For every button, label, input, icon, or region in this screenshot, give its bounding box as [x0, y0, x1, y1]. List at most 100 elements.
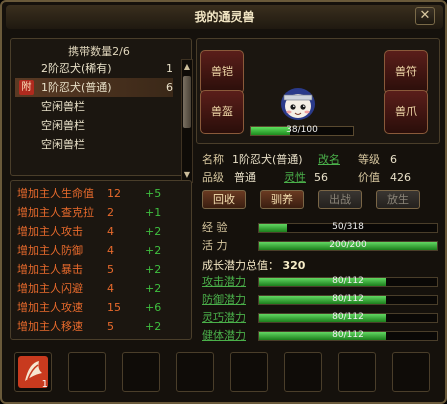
- defense-potential-value: 80/112: [332, 294, 364, 304]
- bonus-name: 增加主人移速: [17, 320, 83, 333]
- pet-name: 空闲兽栏: [41, 100, 85, 113]
- bonus-add: +2: [145, 225, 162, 238]
- vitality-potential-label[interactable]: 健体潜力: [202, 328, 246, 344]
- exp-label-text: 经 验: [202, 221, 228, 234]
- window-title: 我的通灵兽: [6, 5, 443, 29]
- bonus-value: 2: [107, 206, 114, 219]
- bonus-add: +2: [145, 320, 162, 333]
- scroll-up-icon[interactable]: ▲: [182, 60, 192, 74]
- name-value: 1阶忍犬(普通): [232, 153, 303, 166]
- item-slot[interactable]: [392, 352, 430, 392]
- bonus-name: 增加主人生命值: [17, 187, 94, 200]
- helmet-slot-button[interactable]: 兽盔: [200, 90, 244, 134]
- attack-potential-text[interactable]: 攻击潜力: [202, 275, 246, 288]
- talisman-slot-button[interactable]: 兽符: [384, 50, 428, 94]
- agility-potential-value: 80/112: [332, 312, 364, 322]
- bonus-row: 增加主人移速 5 +2: [17, 318, 177, 336]
- recall-button[interactable]: 回收: [202, 190, 246, 209]
- bonus-row: 增加主人攻击 4 +2: [17, 223, 177, 241]
- item-slot[interactable]: 1: [14, 352, 52, 392]
- bonus-row: 增加主人闪避 4 +2: [17, 280, 177, 298]
- bonus-name: 增加主人查克拉: [17, 206, 94, 219]
- exp-bar: 50/318: [258, 222, 438, 233]
- agility-potential-label[interactable]: 灵巧潜力: [202, 310, 246, 326]
- pet-list-panel: 携带数量2/6 2阶忍犬(稀有) 1 附 1阶忍犬(普通) 6 空闲兽栏 空闲兽…: [10, 38, 193, 183]
- grade-value: 普通: [234, 171, 256, 184]
- bonus-value: 15: [107, 301, 121, 314]
- bonus-value: 4: [107, 244, 114, 257]
- defense-potential-text[interactable]: 防御潜力: [202, 293, 246, 306]
- empty-slot-row[interactable]: 空闲兽栏: [15, 116, 173, 135]
- vitality-label-text: 活 力: [202, 239, 228, 252]
- item-slot[interactable]: [230, 352, 268, 392]
- close-button[interactable]: ✕: [415, 7, 435, 25]
- bonus-value: 4: [107, 225, 114, 238]
- armor-slot-button[interactable]: 兽铠: [200, 50, 244, 94]
- vitality-potential-text[interactable]: 健体潜力: [202, 329, 246, 342]
- price-label-text: 价值: [358, 171, 380, 184]
- fight-button[interactable]: 出战: [318, 190, 362, 209]
- bonus-add: +1: [145, 206, 162, 219]
- attack-potential-value: 80/112: [332, 276, 364, 286]
- bonus-row: 增加主人防御 4 +2: [17, 242, 177, 260]
- growth-label: 成长潜力总值：: [202, 259, 279, 272]
- pet-name: 空闲兽栏: [41, 119, 85, 132]
- agility-potential-text[interactable]: 灵巧潜力: [202, 311, 246, 324]
- name-label: 名称: [202, 153, 224, 166]
- item-count: 1: [41, 379, 48, 390]
- carry-count: 携带数量2/6: [68, 45, 130, 58]
- grade-label-text: 品级: [202, 171, 224, 184]
- scroll-thumb[interactable]: [183, 76, 191, 128]
- name-row: 名称: [202, 152, 224, 168]
- spirit-label-text[interactable]: 灵性: [284, 171, 306, 184]
- vitality-bar: 200/200: [258, 240, 438, 251]
- defense-potential-bar: 80/112: [258, 294, 438, 305]
- empty-slot-row[interactable]: 空闲兽栏: [15, 135, 173, 154]
- bonus-add: +2: [145, 282, 162, 295]
- bonus-value: 12: [107, 187, 121, 200]
- pet-list: 2阶忍犬(稀有) 1 附 1阶忍犬(普通) 6 空闲兽栏 空闲兽栏 空闲兽栏: [15, 59, 173, 154]
- item-slot[interactable]: [176, 352, 214, 392]
- vitality-label: 活 力: [202, 238, 228, 254]
- pet-row-selected[interactable]: 附 1阶忍犬(普通) 6: [15, 78, 173, 97]
- pet-count: 6: [166, 81, 173, 94]
- level-label: 等级: [358, 152, 380, 168]
- rename-link[interactable]: 改名: [318, 152, 340, 168]
- claw-slot-button[interactable]: 兽爪: [384, 90, 428, 134]
- bonus-value: 5: [107, 320, 114, 333]
- price-value: 426: [390, 171, 411, 184]
- attack-potential-bar: 80/112: [258, 276, 438, 287]
- item-slot[interactable]: [68, 352, 106, 392]
- bonus-name: 增加主人攻击: [17, 225, 83, 238]
- exp-text: 50/318: [332, 222, 364, 232]
- defense-potential-label[interactable]: 防御潜力: [202, 292, 246, 308]
- attack-potential-label[interactable]: 攻击潜力: [202, 274, 246, 290]
- pet-count: 1: [166, 62, 173, 75]
- bonus-value: 4: [107, 282, 114, 295]
- pet-name: 空闲兽栏: [41, 138, 85, 151]
- bonus-add: +2: [145, 244, 162, 257]
- bonus-row: 增加主人攻速 15 +6: [17, 299, 177, 317]
- bonus-name: 增加主人防御: [17, 244, 83, 257]
- bonus-value: 5: [107, 263, 114, 276]
- item-slot[interactable]: [122, 352, 160, 392]
- pet-name: 1阶忍犬(普通): [41, 81, 112, 94]
- item-slot[interactable]: [284, 352, 322, 392]
- train-button[interactable]: 驯养: [260, 190, 304, 209]
- bonus-add: +6: [145, 301, 162, 314]
- pet-hp-text: 38/100: [286, 125, 318, 135]
- spirit-value: 56: [314, 171, 328, 184]
- bonus-add: +5: [145, 187, 162, 200]
- rename-link-text[interactable]: 改名: [318, 153, 340, 166]
- bonus-row: 增加主人暴击 5 +2: [17, 261, 177, 279]
- pet-row[interactable]: 2阶忍犬(稀有) 1: [15, 59, 173, 78]
- item-slot[interactable]: [338, 352, 376, 392]
- bonus-panel: 增加主人生命值 12 +5 增加主人查克拉 2 +1 增加主人攻击 4 +2 增…: [10, 180, 192, 340]
- level-value: 6: [390, 153, 397, 166]
- release-button[interactable]: 放生: [376, 190, 420, 209]
- growth-row: 成长潜力总值： 320: [202, 258, 305, 274]
- empty-slot-row[interactable]: 空闲兽栏: [15, 97, 173, 116]
- pet-avatar: [281, 88, 315, 120]
- grade-label: 品级: [202, 170, 224, 186]
- pet-list-scrollbar[interactable]: ▲ ▼: [181, 59, 193, 183]
